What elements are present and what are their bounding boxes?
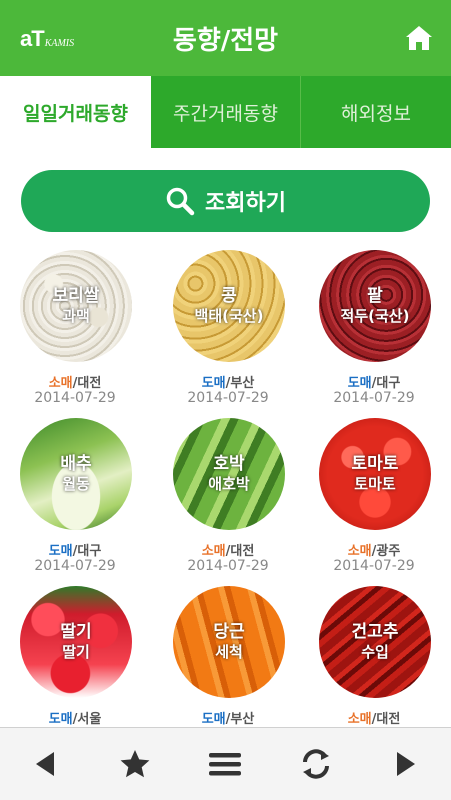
product-name: 배추 [60,454,92,474]
product-name: 호박 [213,454,245,474]
market-info: 도매/대구 [347,376,401,391]
market-region: 대전 [230,544,255,559]
market-type: 도매 [48,544,73,559]
market-region: 대전 [77,376,102,391]
forward-arrow-icon [396,752,415,776]
market-type: 도매 [201,376,226,391]
market-info: 소매/대전 [201,544,255,559]
star-icon [120,750,150,778]
product-variety: 과맥 [62,307,90,325]
product-item-strawberry[interactable]: 딸기 딸기 도매/서울 2014-07-29 [0,586,150,725]
page-title: 동향/전망 [172,26,279,56]
tab-weekly-trade[interactable]: 주간거래동향 [151,76,301,148]
product-image-zucchini: 호박 애호박 [173,418,285,530]
home-icon [406,26,432,50]
market-region: 대전 [376,712,401,725]
product-image-barley: 보리쌀 과맥 [20,250,132,362]
product-variety: 백태(국산) [194,307,264,325]
market-info: 소매/대전 [347,712,401,725]
product-variety: 애호박 [208,475,250,493]
product-item-tomato[interactable]: 토마토 토마토 소매/광주 2014-07-29 [299,418,449,588]
product-item-cabbage[interactable]: 배추 월동 도매/대구 2014-07-29 [0,418,150,588]
product-name: 팥 [367,286,383,306]
market-info: 도매/부산 [201,712,255,725]
survey-date: 2014-07-29 [187,558,269,574]
survey-date: 2014-07-29 [333,558,415,574]
product-image-carrot: 당근 세척 [173,586,285,698]
market-region: 광주 [376,544,401,559]
market-region: 부산 [230,712,255,725]
product-variety: 세척 [215,643,243,661]
home-button[interactable] [405,24,433,52]
market-type: 소매 [201,544,226,559]
market-region: 부산 [230,376,255,391]
product-variety: 딸기 [62,643,90,661]
market-type: 도매 [347,376,372,391]
market-type: 도매 [201,712,226,725]
product-image-strawberry: 딸기 딸기 [20,586,132,698]
product-image-tomato: 토마토 토마토 [319,418,431,530]
survey-date: 2014-07-29 [187,390,269,406]
product-grid: 보리쌀 과맥 소매/대전 2014-07-29 콩 백태(국산) 도매/부산 2… [0,250,451,725]
market-type: 소매 [347,544,372,559]
tab-overseas-info[interactable]: 해외정보 [301,76,451,148]
refresh-icon [302,749,329,779]
forward-button[interactable] [384,742,428,786]
product-image-soybean: 콩 백태(국산) [173,250,285,362]
survey-date: 2014-07-29 [34,390,116,406]
survey-date: 2014-07-29 [333,390,415,406]
bottom-nav-bar [0,727,451,800]
market-info: 도매/부산 [201,376,255,391]
favorite-button[interactable] [113,742,157,786]
search-button[interactable]: 조회하기 [21,170,430,232]
product-name: 토마토 [351,454,399,474]
market-type: 도매 [48,712,73,725]
market-region: 대구 [376,376,401,391]
product-name: 딸기 [60,622,92,642]
product-item-redbean[interactable]: 팥 적두(국산) 도매/대구 2014-07-29 [299,250,449,420]
product-image-cabbage: 배추 월동 [20,418,132,530]
product-item-barley[interactable]: 보리쌀 과맥 소매/대전 2014-07-29 [0,250,150,420]
product-variety: 토마토 [354,475,396,493]
tab-daily-trade[interactable]: 일일거래동향 [0,76,151,148]
back-arrow-icon [36,752,55,776]
search-icon [166,187,195,216]
menu-button[interactable] [203,742,247,786]
menu-icon [209,753,242,776]
survey-date: 2014-07-29 [34,558,116,574]
product-variety: 월동 [62,475,90,493]
product-name: 보리쌀 [52,286,100,306]
product-variety: 적두(국산) [340,307,410,325]
product-item-zucchini[interactable]: 호박 애호박 소매/대전 2014-07-29 [153,418,303,588]
search-button-label: 조회하기 [205,191,286,216]
product-name: 당근 [213,622,245,642]
market-info: 도매/대구 [48,544,102,559]
product-item-soybean[interactable]: 콩 백태(국산) 도매/부산 2014-07-29 [153,250,303,420]
market-info: 소매/대전 [48,376,102,391]
product-image-redbean: 팥 적두(국산) [319,250,431,362]
product-item-driedpepper[interactable]: 건고추 수입 소매/대전 2014-07-29 [299,586,449,725]
market-type: 소매 [48,376,73,391]
market-info: 도매/서울 [48,712,102,725]
market-region: 서울 [77,712,102,725]
tab-bar: 일일거래동향 주간거래동향 해외정보 [0,76,451,148]
product-name: 건고추 [351,622,399,642]
product-image-driedpepper: 건고추 수입 [319,586,431,698]
market-region: 대구 [77,544,102,559]
product-variety: 수입 [361,643,389,661]
market-info: 소매/광주 [347,544,401,559]
product-item-carrot[interactable]: 당근 세척 도매/부산 2014-07-29 [153,586,303,725]
market-type: 소매 [347,712,372,725]
app-header: aT KAMIS 동향/전망 [0,0,451,76]
back-button[interactable] [23,742,67,786]
refresh-button[interactable] [294,742,338,786]
product-name: 콩 [221,286,237,306]
